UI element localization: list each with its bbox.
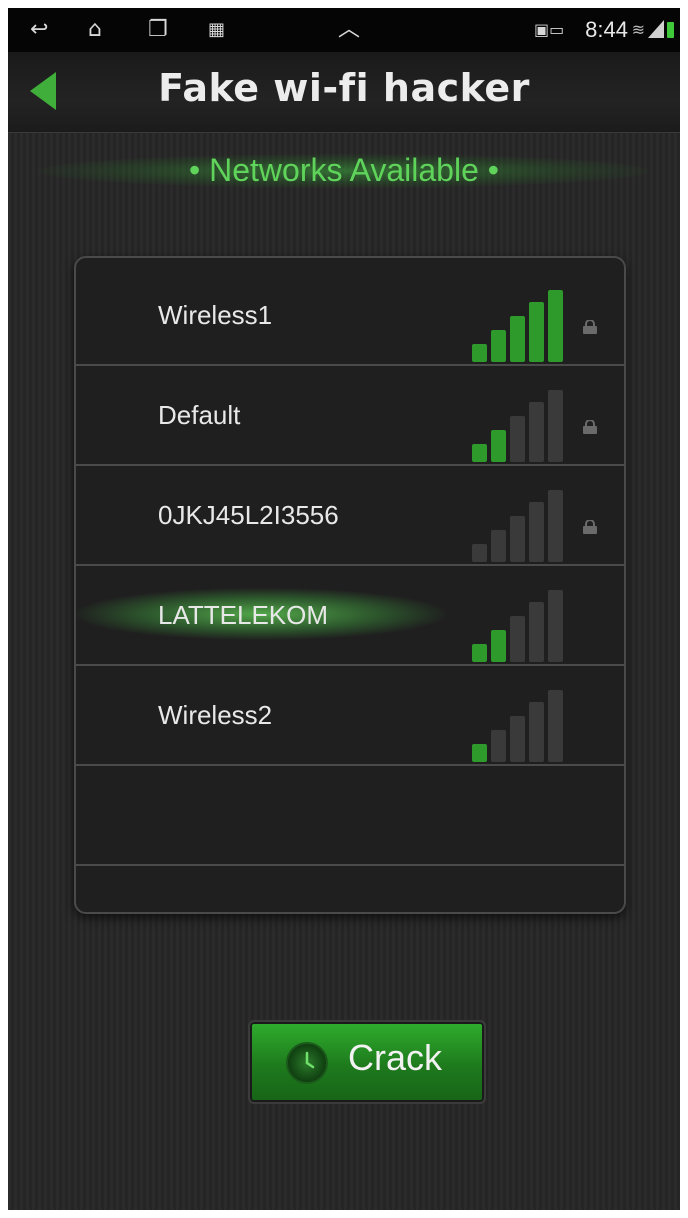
crack-button[interactable]: Crack xyxy=(248,1020,486,1104)
empty-row xyxy=(76,764,624,866)
expand-up-icon[interactable]: ︿ xyxy=(338,16,360,44)
section-title: • Networks Available • xyxy=(189,152,499,188)
signal-bar xyxy=(510,516,525,562)
network-name: Default xyxy=(158,400,241,430)
signal-bar xyxy=(529,602,544,662)
signal-bar xyxy=(529,502,544,562)
signal-bar xyxy=(529,302,544,362)
signal-bar xyxy=(491,330,506,362)
recent-apps-icon[interactable]: ❐ xyxy=(148,16,168,44)
signal-bar xyxy=(529,702,544,762)
signal-icon xyxy=(648,20,664,38)
lock-icon xyxy=(583,320,597,334)
signal-strength-icon xyxy=(472,686,564,762)
lock-icon xyxy=(583,520,597,534)
signal-bar xyxy=(491,630,506,662)
status-bar: ↩ ⌂ ❐ ▦ ︿ ▣▭ 8:44 ≋ xyxy=(8,8,680,52)
network-row[interactable]: LATTELEKOM xyxy=(76,564,624,666)
network-row[interactable]: 0JKJ45L2I3556 xyxy=(76,464,624,566)
signal-bar xyxy=(472,444,487,462)
signal-bar xyxy=(548,690,563,762)
clock-time: 8:44 xyxy=(585,17,628,42)
signal-bar xyxy=(548,590,563,662)
notification-icon: ▣▭ xyxy=(534,20,565,39)
network-row[interactable]: Wireless2 xyxy=(76,664,624,766)
network-name: 0JKJ45L2I3556 xyxy=(158,500,339,530)
wifi-icon: ≋ xyxy=(631,20,645,39)
signal-strength-icon xyxy=(472,286,564,362)
signal-bar xyxy=(548,390,563,462)
signal-bar xyxy=(510,416,525,462)
signal-bar xyxy=(510,616,525,662)
home-icon[interactable]: ⌂ xyxy=(88,16,102,44)
signal-bar xyxy=(491,730,506,762)
signal-strength-icon xyxy=(472,486,564,562)
signal-strength-icon xyxy=(472,386,564,462)
signal-bar xyxy=(510,716,525,762)
battery-icon xyxy=(667,22,674,38)
crack-button-label: Crack xyxy=(348,1037,443,1078)
networks-section-header: • Networks Available • xyxy=(8,140,680,200)
signal-bar xyxy=(472,644,487,662)
signal-bar xyxy=(472,544,487,562)
page-title: Fake wi-fi hacker xyxy=(158,66,530,110)
signal-bar xyxy=(491,430,506,462)
network-row[interactable]: Default xyxy=(76,364,624,466)
network-name: LATTELEKOM xyxy=(158,600,329,630)
signal-strength-icon xyxy=(472,586,564,662)
signal-bar xyxy=(472,744,487,762)
signal-bar xyxy=(548,290,563,362)
clock-icon xyxy=(286,1042,328,1084)
network-name: Wireless2 xyxy=(158,700,273,730)
signal-bar xyxy=(548,490,563,562)
screenshot-icon[interactable]: ▦ xyxy=(208,16,225,44)
network-row[interactable]: Wireless1 xyxy=(76,264,624,366)
network-list: Wireless1 Default 0JKJ45L2I3556 LATTELEKOM W… xyxy=(74,256,626,914)
signal-bar xyxy=(529,402,544,462)
signal-bar xyxy=(472,344,487,362)
title-bar: Fake wi-fi hacker xyxy=(8,52,680,133)
back-nav-icon[interactable]: ↩ xyxy=(30,16,48,44)
signal-bar xyxy=(491,530,506,562)
lock-icon xyxy=(583,420,597,434)
network-name: Wireless1 xyxy=(158,300,273,330)
signal-bar xyxy=(510,316,525,362)
app-screen: ↩ ⌂ ❐ ▦ ︿ ▣▭ 8:44 ≋ Fake wi-fi hacker • … xyxy=(8,8,680,1210)
